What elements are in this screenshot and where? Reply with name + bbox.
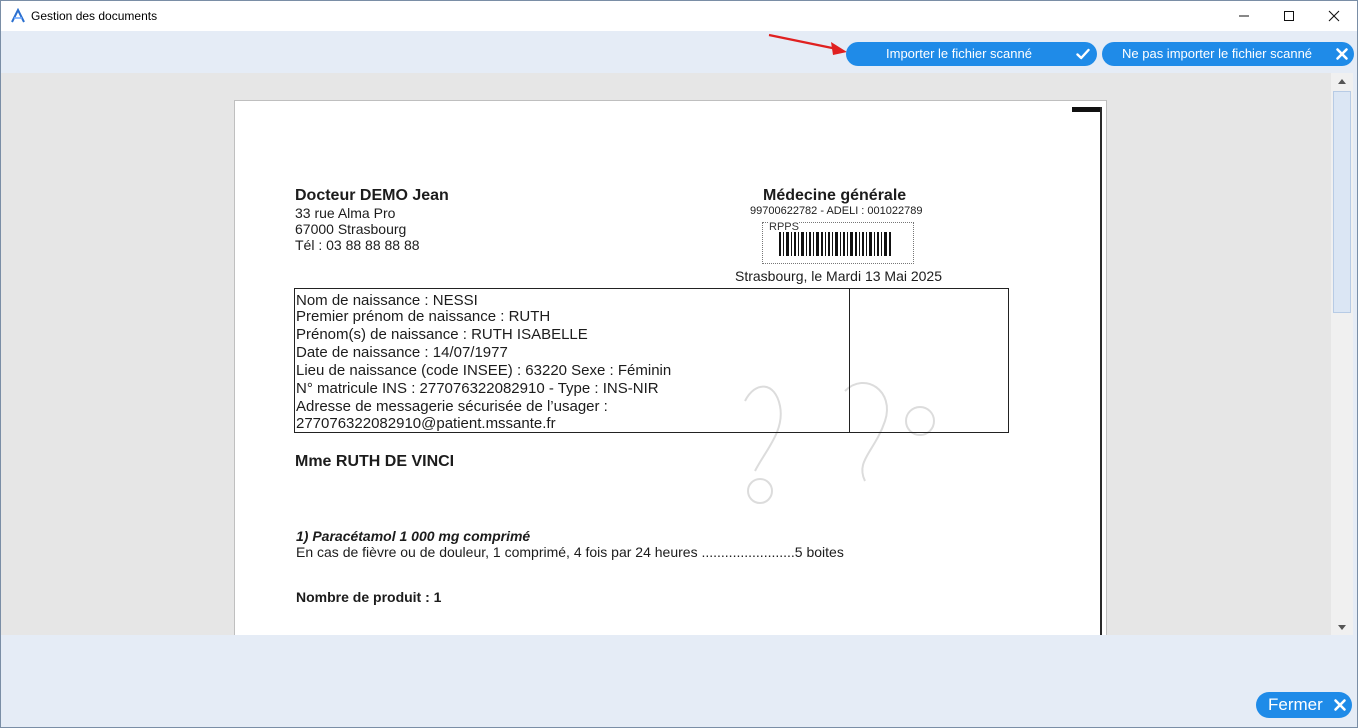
close-icon <box>1336 48 1348 60</box>
scan-edge <box>1100 107 1102 635</box>
doctor-name: Docteur DEMO Jean <box>295 187 449 204</box>
app-logo-icon <box>11 8 25 23</box>
medication-instructions: En cas de fièvre ou de douleur, 1 compri… <box>296 544 844 560</box>
chevron-down-icon <box>1338 624 1346 630</box>
rpps-barcode: RPPS <box>762 221 914 264</box>
maximize-button[interactable] <box>1266 1 1312 31</box>
window-title: Gestion des documents <box>31 9 158 23</box>
document-manager-window: Gestion des documents Importer le fichie… <box>0 0 1358 728</box>
medication-title: 1) Paracétamol 1 000 mg comprimé <box>296 528 531 544</box>
close-button-label: Fermer <box>1268 695 1323 714</box>
footer: Fermer <box>1 635 1357 727</box>
scrollbar-thumb[interactable] <box>1333 91 1351 313</box>
chevron-up-icon <box>1338 78 1346 84</box>
close-icon <box>1334 699 1346 711</box>
vertical-scrollbar[interactable] <box>1331 73 1353 635</box>
patient-secure-mail-label: Adresse de messagerie sécurisée de l’usa… <box>296 398 608 415</box>
maximize-icon <box>1284 11 1294 21</box>
practitioner-ids: 99700622782 - ADELI : 001022789 <box>750 205 923 217</box>
patient-ins-number: N° matricule INS : 277076322082910 - Typ… <box>296 380 659 397</box>
patient-birth-date: Date de naissance : 14/07/1977 <box>296 344 508 361</box>
import-button-label: Importer le fichier scanné <box>886 46 1032 61</box>
scroll-up-button[interactable] <box>1331 73 1353 89</box>
scanned-document-page: Docteur DEMO Jean 33 rue Alma Pro 67000 … <box>234 100 1107 635</box>
minimize-icon <box>1239 15 1249 17</box>
close-icon <box>1328 10 1340 22</box>
title-bar: Gestion des documents <box>1 1 1357 31</box>
do-not-import-button[interactable]: Ne pas importer le fichier scanné <box>1102 42 1354 66</box>
annotation-arrow <box>768 33 847 55</box>
patient-secure-mail: 277076322082910@patient.mssante.fr <box>296 415 556 432</box>
scan-mark <box>1072 107 1100 112</box>
patient-birth-place: Lieu de naissance (code INSEE) : 63220 S… <box>296 362 672 379</box>
check-icon <box>1076 48 1090 60</box>
scroll-down-button[interactable] <box>1331 619 1353 635</box>
doctor-address-line1: 33 rue Alma Pro <box>295 205 396 221</box>
no-import-button-label: Ne pas importer le fichier scanné <box>1122 46 1313 61</box>
doctor-phone: Tél : 03 88 88 88 88 <box>295 237 420 253</box>
document-viewer[interactable]: Docteur DEMO Jean 33 rue Alma Pro 67000 … <box>1 73 1331 635</box>
doctor-address-line2: 67000 Strasbourg <box>295 221 407 237</box>
minimize-button[interactable] <box>1221 1 1267 31</box>
patient-name: Mme RUTH DE VINCI <box>295 453 455 470</box>
patient-birth-name: Nom de naissance : NESSI <box>296 292 478 309</box>
product-count: Nombre de produit : 1 <box>296 589 442 605</box>
patient-first-name: Premier prénom de naissance : RUTH <box>296 308 551 325</box>
close-button[interactable]: Fermer <box>1256 692 1352 718</box>
patient-given-names: Prénom(s) de naissance : RUTH ISABELLE <box>296 326 588 343</box>
box-divider <box>849 289 850 432</box>
barcode-icon <box>779 232 891 256</box>
patient-identity-box: Nom de naissance : NESSI Premier prénom … <box>294 288 1009 433</box>
specialty: Médecine générale <box>763 187 907 204</box>
import-scanned-file-button[interactable]: Importer le fichier scanné <box>846 42 1097 66</box>
date-line: Strasbourg, le Mardi 13 Mai 2025 <box>735 268 942 284</box>
window-close-button[interactable] <box>1311 1 1357 31</box>
